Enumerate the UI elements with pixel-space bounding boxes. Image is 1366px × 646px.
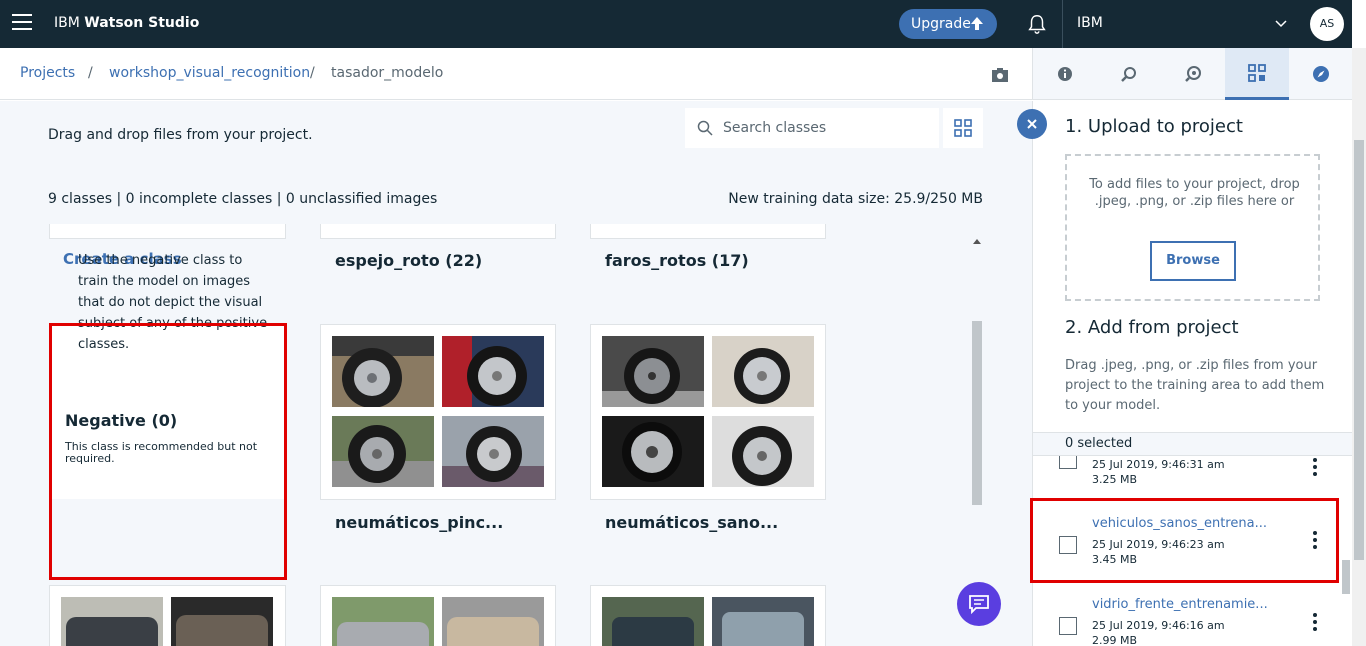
car-tire-image bbox=[602, 416, 704, 487]
add-from-project-description: Drag .jpeg, .png, or .zip files from you… bbox=[1065, 358, 1325, 413]
camera-icon[interactable] bbox=[991, 67, 1009, 83]
account-divider bbox=[1062, 0, 1063, 48]
file-size: 2.99 MB bbox=[1092, 634, 1138, 646]
user-avatar[interactable]: AS bbox=[1310, 7, 1344, 41]
class-card[interactable] bbox=[590, 224, 826, 239]
compass-icon bbox=[1313, 66, 1329, 82]
overflow-menu-icon[interactable] bbox=[1313, 458, 1317, 479]
damaged-car-image bbox=[171, 597, 273, 646]
file-checkbox[interactable] bbox=[1059, 456, 1077, 469]
car-tire-image bbox=[712, 416, 814, 487]
class-card[interactable] bbox=[320, 224, 556, 239]
close-panel-button[interactable] bbox=[1017, 109, 1047, 139]
selected-count: 0 selected bbox=[1065, 436, 1133, 451]
upgrade-arrow-icon bbox=[971, 17, 983, 30]
scroll-thumb[interactable] bbox=[1342, 560, 1350, 594]
breadcrumb: Projects / workshop_visual_recognition /… bbox=[0, 48, 1032, 100]
upload-side-panel: 1. Upload to project To add files to you… bbox=[1030, 101, 1353, 646]
class-card[interactable] bbox=[320, 585, 556, 646]
car-tire-image bbox=[442, 336, 544, 407]
highlight-box bbox=[49, 323, 287, 580]
breadcrumb-project[interactable]: workshop_visual_recognition bbox=[109, 65, 310, 81]
file-list-item[interactable]: vidrio_frente_entrenamie... 25 Jul 2019,… bbox=[1033, 591, 1341, 646]
car-tire-image bbox=[712, 336, 814, 407]
side-panel-tabs bbox=[1032, 48, 1352, 100]
breadcrumb-separator: / bbox=[310, 65, 315, 81]
tab-compass[interactable] bbox=[1289, 48, 1353, 100]
upgrade-label: Upgrade bbox=[911, 16, 971, 32]
class-card[interactable] bbox=[320, 324, 556, 500]
damaged-car-image bbox=[61, 597, 163, 646]
info-icon bbox=[1058, 67, 1072, 81]
grid-view-button[interactable] bbox=[943, 108, 983, 148]
class-card[interactable] bbox=[590, 324, 826, 500]
damaged-car-image bbox=[442, 597, 544, 646]
broken-windshield-image bbox=[602, 597, 704, 646]
highlight-box bbox=[1030, 498, 1339, 583]
search-classes[interactable] bbox=[685, 108, 939, 148]
create-class-card[interactable] bbox=[49, 224, 286, 239]
rocket-icon bbox=[1185, 66, 1201, 82]
car-tire-image bbox=[332, 416, 434, 487]
chat-icon bbox=[969, 595, 989, 614]
scroll-up-arrow-icon[interactable] bbox=[973, 239, 981, 244]
add-from-project-heading: 2. Add from project bbox=[1065, 317, 1239, 338]
class-stats: 9 classes | 0 incomplete classes | 0 unc… bbox=[48, 191, 438, 207]
overflow-menu-icon[interactable] bbox=[1313, 613, 1317, 634]
grid-icon bbox=[954, 119, 972, 137]
upgrade-button[interactable]: Upgrade bbox=[899, 9, 997, 39]
class-title: faros_rotos (17) bbox=[605, 251, 749, 270]
drag-drop-hint: Drag and drop files from your project. bbox=[48, 127, 313, 143]
find-icon bbox=[1121, 67, 1136, 82]
breadcrumb-current: tasador_modelo bbox=[331, 65, 444, 81]
car-tire-image bbox=[332, 336, 434, 407]
training-data-size: New training data size: 25.9/250 MB bbox=[728, 191, 983, 207]
top-nav-bar: IBM Watson Studio Upgrade IBM AS bbox=[0, 0, 1352, 48]
app-brand[interactable]: IBM Watson Studio bbox=[54, 15, 199, 31]
close-icon bbox=[1027, 119, 1037, 129]
file-drop-zone[interactable]: To add files to your project, drop .jpeg… bbox=[1065, 154, 1320, 301]
class-card[interactable] bbox=[590, 585, 826, 646]
scroll-thumb[interactable] bbox=[1354, 140, 1364, 560]
account-switcher[interactable]: IBM bbox=[1077, 15, 1103, 31]
breadcrumb-projects[interactable]: Projects bbox=[20, 65, 75, 81]
file-date: 25 Jul 2019, 9:46:31 am bbox=[1092, 458, 1225, 471]
page-scrollbar[interactable] bbox=[1352, 48, 1366, 646]
broken-windshield-image bbox=[712, 597, 814, 646]
upload-heading: 1. Upload to project bbox=[1065, 116, 1243, 137]
damaged-car-image bbox=[332, 597, 434, 646]
hamburger-menu-icon[interactable] bbox=[12, 14, 32, 34]
file-date: 25 Jul 2019, 9:46:16 am bbox=[1092, 619, 1225, 632]
file-list-item[interactable]: 25 Jul 2019, 9:46:31 am 3.25 MB bbox=[1033, 456, 1341, 496]
selection-count-bar: 0 selected bbox=[1033, 432, 1353, 456]
class-title: espejo_roto (22) bbox=[335, 251, 483, 270]
breadcrumb-separator: / bbox=[88, 65, 93, 81]
file-size: 3.25 MB bbox=[1092, 473, 1138, 486]
data-assets-icon bbox=[1248, 63, 1266, 82]
drop-zone-text: To add files to your project, drop .jpeg… bbox=[1089, 177, 1300, 209]
tab-search[interactable] bbox=[1097, 48, 1161, 100]
tab-info[interactable] bbox=[1033, 48, 1097, 100]
car-tire-image bbox=[602, 336, 704, 407]
notifications-bell-icon[interactable] bbox=[1026, 13, 1048, 35]
file-checkbox[interactable] bbox=[1059, 617, 1077, 635]
file-name[interactable]: vidrio_frente_entrenamie... bbox=[1092, 597, 1268, 612]
search-icon bbox=[697, 120, 713, 136]
class-title: neumáticos_sano... bbox=[605, 513, 779, 532]
training-area: Drag and drop files from your project. 9… bbox=[0, 101, 1032, 646]
tab-data-assets[interactable] bbox=[1225, 48, 1289, 100]
chevron-down-icon[interactable] bbox=[1274, 16, 1288, 30]
class-card[interactable] bbox=[49, 585, 286, 646]
car-tire-image bbox=[442, 416, 544, 487]
chat-button[interactable] bbox=[957, 582, 1001, 626]
file-list-scrollbar[interactable] bbox=[1341, 460, 1351, 646]
scroll-thumb[interactable] bbox=[972, 321, 982, 505]
brand-name: Watson Studio bbox=[84, 15, 200, 31]
search-input[interactable] bbox=[723, 108, 933, 148]
class-title: neumáticos_pinc... bbox=[335, 513, 504, 532]
tab-explore[interactable] bbox=[1161, 48, 1225, 100]
browse-button[interactable]: Browse bbox=[1150, 241, 1236, 281]
brand-prefix: IBM bbox=[54, 15, 80, 31]
